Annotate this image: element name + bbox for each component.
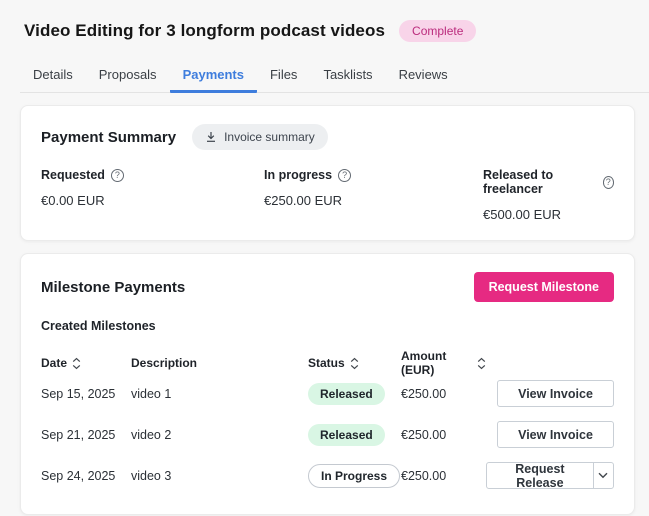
payment-summary-title: Payment Summary [41,129,176,146]
request-milestone-button[interactable]: Request Milestone [474,272,614,302]
milestone-description: video 2 [131,428,308,442]
milestones-table: Date Description Status Amount (EUR) [41,349,614,496]
column-header-amount[interactable]: Amount (EUR) [401,349,486,377]
created-milestones-label: Created Milestones [41,319,614,333]
page-title: Video Editing for 3 longform podcast vid… [24,21,385,41]
tab-proposals[interactable]: Proposals [86,58,170,93]
table-row: Sep 21, 2025 video 2 Released €250.00 Vi… [41,414,614,455]
view-invoice-button[interactable]: View Invoice [497,380,614,407]
status-badge: Complete [399,20,476,42]
payment-summary-card: Payment Summary Invoice summary Requeste… [20,105,635,241]
in-progress-value: €250.00 EUR [264,193,483,208]
help-icon[interactable]: ? [111,169,124,182]
download-icon [205,131,217,143]
tab-tasklists[interactable]: Tasklists [310,58,385,93]
project-header: Video Editing for 3 longform podcast vid… [24,20,625,42]
help-icon[interactable]: ? [338,169,351,182]
invoice-summary-label: Invoice summary [224,130,315,144]
chevron-down-icon[interactable] [593,463,613,488]
requested-label: Requested [41,168,105,182]
request-release-split-button: Request Release [486,462,614,489]
milestone-date: Sep 21, 2025 [41,428,131,442]
tab-bar: Details Proposals Payments Files Tasklis… [20,58,649,93]
milestone-description: video 1 [131,387,308,401]
milestone-payments-title: Milestone Payments [41,279,185,296]
status-badge-in-progress: In Progress [308,464,400,488]
sort-icon[interactable] [350,357,359,370]
status-badge-released: Released [308,383,385,405]
tab-reviews[interactable]: Reviews [386,58,461,93]
sort-icon[interactable] [477,357,486,370]
requested-value: €0.00 EUR [41,193,264,208]
column-header-status[interactable]: Status [308,356,401,370]
status-badge-released: Released [308,424,385,446]
invoice-summary-button[interactable]: Invoice summary [192,124,328,150]
table-row: Sep 15, 2025 video 1 Released €250.00 Vi… [41,373,614,414]
view-invoice-button[interactable]: View Invoice [497,421,614,448]
request-release-button[interactable]: Request Release [487,463,593,488]
column-header-date[interactable]: Date [41,356,131,370]
stat-requested: Requested ? €0.00 EUR [41,168,264,222]
tab-details[interactable]: Details [20,58,86,93]
table-header-row: Date Description Status Amount (EUR) [41,349,614,373]
stat-released: Released to freelancer ? €500.00 EUR [483,168,614,222]
stat-in-progress: In progress ? €250.00 EUR [264,168,483,222]
table-row: Sep 24, 2025 video 3 In Progress €250.00… [41,455,614,496]
milestone-amount: €250.00 [401,387,486,401]
column-header-description: Description [131,356,308,370]
milestone-amount: €250.00 [401,469,486,483]
released-value: €500.00 EUR [483,207,614,222]
tab-payments[interactable]: Payments [170,58,257,93]
released-label: Released to freelancer [483,168,597,196]
milestone-payments-card: Milestone Payments Request Milestone Cre… [20,253,635,515]
sort-icon[interactable] [72,357,81,370]
tab-files[interactable]: Files [257,58,310,93]
milestone-description: video 3 [131,469,308,483]
in-progress-label: In progress [264,168,332,182]
help-icon[interactable]: ? [603,176,614,189]
milestone-date: Sep 15, 2025 [41,387,131,401]
milestone-date: Sep 24, 2025 [41,469,131,483]
milestone-amount: €250.00 [401,428,486,442]
